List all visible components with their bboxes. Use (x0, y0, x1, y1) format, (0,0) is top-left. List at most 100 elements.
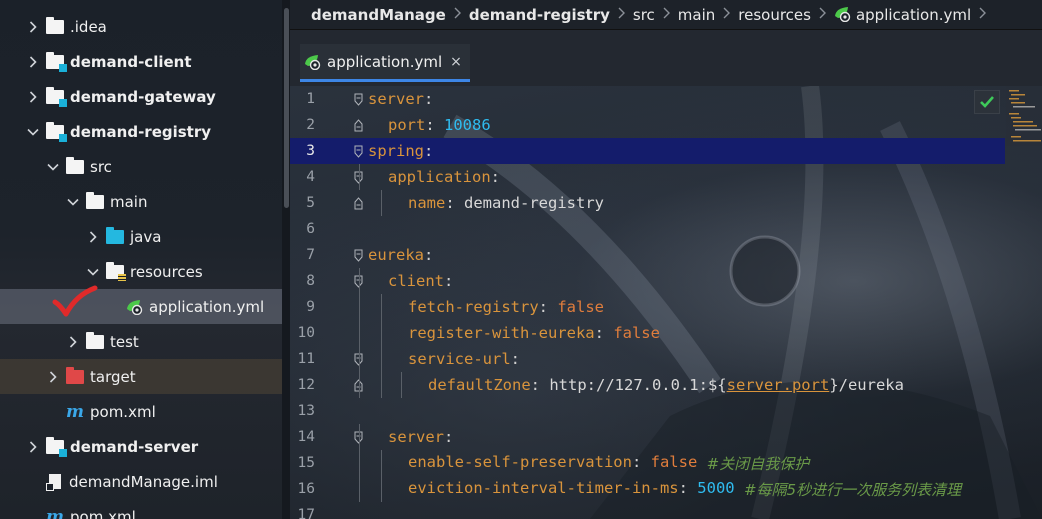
tree-item-demand-client[interactable]: demand-client (0, 44, 282, 79)
tree-item-demandmanage-iml[interactable]: demandManage.iml (0, 464, 282, 499)
tree-item-application-yml[interactable]: application.yml (0, 289, 282, 324)
tab-application-yml[interactable]: application.yml × (300, 44, 470, 82)
code-token: : (445, 194, 464, 212)
indent-guide (381, 372, 382, 398)
source-folder-icon (106, 226, 124, 244)
breadcrumb-item[interactable]: demandManage (311, 6, 446, 24)
breadcrumb-item[interactable]: resources (738, 6, 811, 24)
line-number: 6 (306, 221, 315, 237)
tree-item-pom-xml[interactable]: m pom.xml (0, 394, 282, 429)
code-token: : (530, 376, 550, 394)
breadcrumb-item[interactable]: application.yml (856, 6, 971, 24)
code-line[interactable]: 13 (290, 398, 1005, 424)
tree-item-java[interactable]: java (0, 219, 282, 254)
tree-item-demand-registry[interactable]: demand-registry (0, 114, 282, 149)
code-line[interactable]: 4 application: (290, 164, 1005, 190)
code-token: client (388, 272, 444, 290)
chevron-right-icon[interactable] (26, 55, 40, 68)
tree-item-target[interactable]: target (0, 359, 282, 394)
indent-guide (359, 424, 360, 450)
tree-item-resources[interactable]: resources (0, 254, 282, 289)
code-line[interactable]: 16 eviction-interval-timer-in-ms: 5000 #每… (290, 476, 1005, 502)
code-line[interactable]: 9 fetch-registry: false (290, 294, 1005, 320)
line-number: 8 (306, 273, 315, 289)
fold-open-icon[interactable] (354, 92, 363, 106)
tab-close-icon[interactable]: × (450, 54, 462, 70)
code-line[interactable]: 6 (290, 216, 1005, 242)
breadcrumb-item[interactable]: demand-registry (469, 6, 610, 24)
inspection-ok-icon[interactable] (974, 90, 1000, 114)
fold-end-icon[interactable] (354, 196, 363, 210)
code-token: port (388, 116, 426, 134)
code-line[interactable]: 15 enable-self-preservation: false #关闭自我保… (290, 450, 1005, 476)
spring-yml-icon (304, 54, 322, 70)
code-line[interactable]: 1 server: (290, 86, 1005, 112)
breadcrumb-separator-icon (454, 7, 461, 23)
chevron-down-icon[interactable] (66, 198, 80, 206)
breadcrumb-item[interactable]: main (678, 6, 715, 24)
line-number: 11 (297, 351, 315, 367)
tree-item-main[interactable]: main (0, 184, 282, 219)
tree-item-label: resources (130, 262, 203, 281)
tree-scrollbar[interactable] (282, 0, 290, 519)
maven-icon: m (46, 506, 64, 519)
fold-open-icon[interactable] (354, 144, 363, 158)
module-folder-icon (46, 121, 67, 142)
line-number: 5 (306, 195, 315, 211)
indent-guide (381, 190, 382, 216)
code-text: eureka: (368, 246, 433, 264)
tree-item-label: demand-client (70, 52, 192, 71)
tree-item-test[interactable]: test (0, 324, 282, 359)
chevron-down-icon[interactable] (86, 268, 100, 276)
code-token[interactable]: server.port (727, 376, 830, 394)
code-line[interactable]: 12 defaultZone: http://127.0.0.1:${server… (290, 372, 1005, 398)
indent-guide (359, 450, 360, 476)
breadcrumb-item[interactable]: src (633, 6, 655, 24)
code-token: http://127.0.0.1:${ (549, 376, 727, 394)
chevron-down-icon[interactable] (26, 128, 40, 136)
code-line[interactable]: 2 port: 10086 (290, 112, 1005, 138)
line-number: 9 (306, 299, 315, 315)
code-token: : (424, 90, 434, 108)
chevron-right-icon[interactable] (26, 20, 40, 33)
tree-item-label: .idea (70, 17, 107, 36)
code-text: defaultZone: http://127.0.0.1:${server.p… (428, 376, 904, 394)
chevron-right-icon[interactable] (26, 440, 40, 453)
chevron-right-icon[interactable] (86, 230, 100, 243)
fold-end-icon[interactable] (354, 118, 363, 132)
chevron-right-icon[interactable] (26, 90, 40, 103)
code-line[interactable]: 8 client: (290, 268, 1005, 294)
code-token: : (510, 350, 520, 368)
tree-item-demand-gateway[interactable]: demand-gateway (0, 79, 282, 114)
code-token: service-url (408, 350, 511, 368)
breadcrumb-separator-icon (979, 7, 987, 23)
code-minimap[interactable] (1006, 86, 1042, 146)
code-token: server (388, 428, 444, 446)
code-line[interactable]: 7 eureka: (290, 242, 1005, 268)
code-token: register-with-eureka (408, 324, 595, 342)
code-line[interactable]: 3 spring: (290, 138, 1005, 164)
code-token: name (408, 194, 446, 212)
fold-open-icon[interactable] (354, 248, 363, 262)
code-line[interactable]: 5 name: demand-registry (290, 190, 1005, 216)
code-line[interactable]: 14 server: (290, 424, 1005, 450)
code-text: server: (368, 90, 433, 108)
tree-item-idea[interactable]: .idea (0, 9, 282, 44)
code-token: : (444, 428, 454, 446)
code-line[interactable]: 11 service-url: (290, 346, 1005, 372)
project-tree[interactable]: .idea demand-client demand-gateway demand-r… (0, 0, 282, 519)
line-number: 14 (297, 429, 315, 445)
code-token: : (490, 168, 500, 186)
chevron-down-icon[interactable] (46, 163, 60, 171)
chevron-right-icon[interactable] (46, 370, 60, 383)
tree-scrollbar-thumb[interactable] (284, 8, 289, 208)
code-line[interactable]: 17 (290, 502, 1005, 519)
tree-item-demand-server[interactable]: demand-server (0, 429, 282, 464)
breadcrumb-separator-icon (723, 7, 731, 23)
code-token: : (444, 272, 454, 290)
code-editor[interactable]: 1 server: 2 port: 10086 3 spring: 4 application… (290, 86, 1042, 519)
code-line[interactable]: 10 register-with-eureka: false (290, 320, 1005, 346)
tree-item-src[interactable]: src (0, 149, 282, 184)
tree-item-pom-xml[interactable]: m pom.xml (0, 499, 282, 519)
chevron-right-icon[interactable] (66, 335, 80, 348)
